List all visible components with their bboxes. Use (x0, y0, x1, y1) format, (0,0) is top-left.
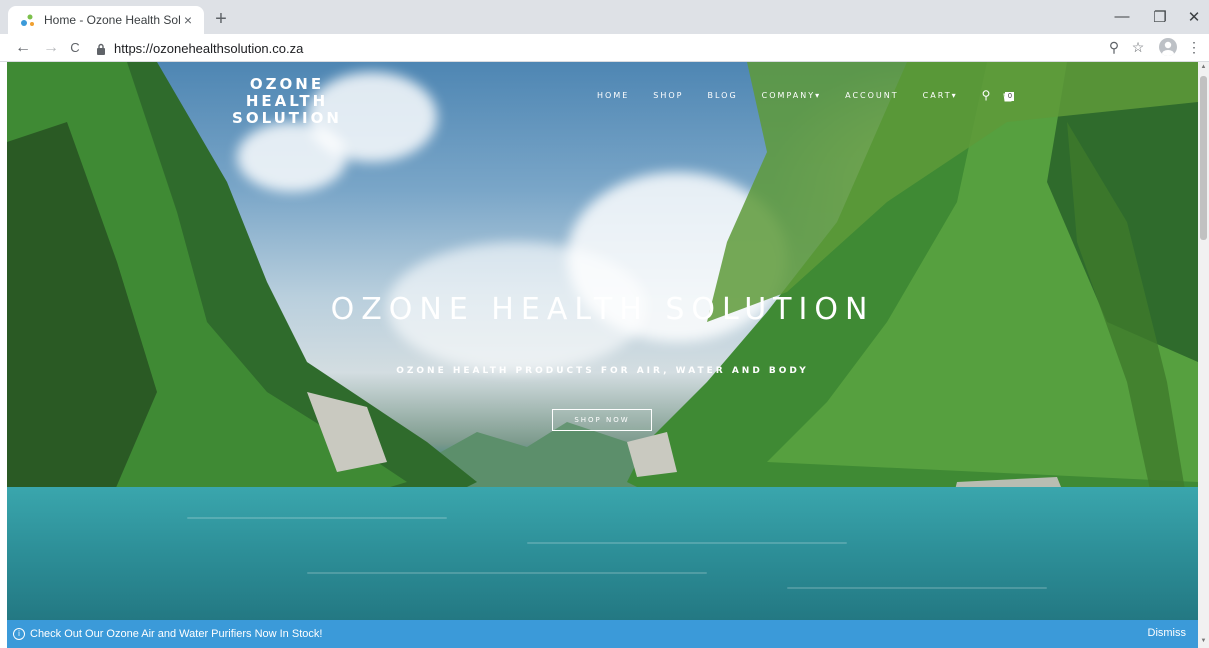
nav-item-company[interactable]: COMPANY▾ (762, 91, 821, 100)
scroll-up-icon[interactable]: ▲ (1200, 64, 1207, 70)
main-nav: HOME SHOP BLOG COMPANY▾ ACCOUNT CART▾ ⚲ … (597, 88, 1015, 102)
dismiss-link[interactable]: Dismiss (1148, 627, 1187, 639)
info-icon: i (13, 628, 25, 640)
store-notice-text: Check Out Our Ozone Air and Water Purifi… (30, 628, 323, 640)
cart-count-badge: 0 (1005, 92, 1015, 101)
nav-item-cart[interactable]: CART▾ (923, 91, 958, 100)
hero-section: OZONE HEALTH SOLUTION HOME SHOP BLOG COM… (7, 62, 1198, 648)
site-logo[interactable]: OZONE HEALTH SOLUTION (207, 76, 367, 127)
chevron-down-icon: ▾ (951, 90, 958, 100)
tab-title: Home - Ozone Health Solution (44, 13, 180, 27)
url-text: https://ozonehealthsolution.co.za (114, 40, 304, 56)
scrollbar-thumb[interactable] (1200, 76, 1207, 240)
bookmark-star-icon[interactable]: ☆ (1128, 39, 1148, 56)
lock-icon (96, 42, 106, 55)
tab-close-icon[interactable]: × (180, 12, 196, 28)
hero-title: OZONE HEALTH SOLUTION (330, 292, 875, 327)
page-scrollbar[interactable]: ▲ ▼ (1198, 62, 1209, 648)
browser-menu-icon[interactable]: ⋮ (1184, 39, 1204, 56)
back-button[interactable]: ← (12, 38, 34, 58)
reload-button[interactable]: C (64, 38, 86, 58)
forward-button[interactable]: → (40, 38, 62, 58)
water-ripple (787, 587, 1047, 589)
chevron-down-icon: ▾ (815, 90, 822, 100)
nav-item-cart-label: CART (922, 90, 952, 100)
shop-now-button[interactable]: SHOP NOW (552, 409, 652, 431)
scroll-down-icon[interactable]: ▼ (1200, 638, 1207, 644)
water-ripple (307, 572, 707, 574)
close-window-button[interactable]: ✕ (1182, 8, 1206, 26)
new-tab-button[interactable]: + (210, 9, 232, 31)
store-notice-bar: i Check Out Our Ozone Air and Water Puri… (7, 620, 1198, 648)
nav-item-company-label: COMPANY (761, 90, 816, 100)
maximize-button[interactable]: ❐ (1148, 8, 1172, 26)
nav-item-blog[interactable]: BLOG (708, 91, 738, 100)
shopping-bag-icon[interactable]: 0 (1002, 89, 1015, 102)
search-icon[interactable]: ⚲ (982, 88, 991, 102)
site-favicon-icon (20, 12, 36, 28)
address-bar: ← → C https://ozonehealthsolution.co.za … (0, 34, 1209, 62)
nav-item-home[interactable]: HOME (597, 91, 629, 100)
profile-avatar[interactable] (1159, 38, 1177, 56)
water-ripple (187, 517, 447, 519)
minimize-button[interactable]: — (1110, 8, 1134, 25)
hero-subtitle: OZONE HEALTH PRODUCTS FOR AIR, WATER AND… (396, 366, 809, 376)
url-field[interactable]: https://ozonehealthsolution.co.za (96, 37, 1096, 59)
nav-item-shop[interactable]: SHOP (653, 91, 683, 100)
browser-tab[interactable]: Home - Ozone Health Solution × (8, 6, 204, 34)
browser-tabbar: Home - Ozone Health Solution × + — ❐ ✕ (0, 0, 1209, 34)
nav-item-account[interactable]: ACCOUNT (845, 91, 899, 100)
zoom-icon[interactable]: ⚲ (1104, 39, 1124, 56)
water-ripple (527, 542, 847, 544)
